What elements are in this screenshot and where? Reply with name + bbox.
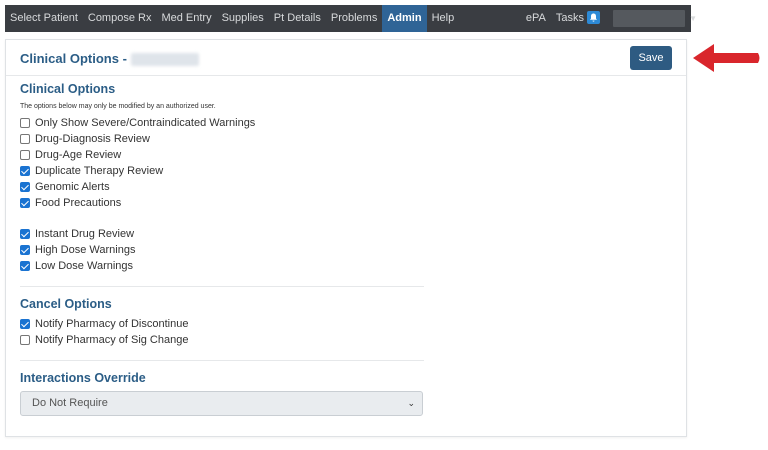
checkbox-label: Notify Pharmacy of Discontinue <box>35 318 189 330</box>
nav-tasks[interactable]: Tasks <box>551 5 605 32</box>
checkbox-unchecked[interactable] <box>20 150 30 160</box>
checkbox-label: Genomic Alerts <box>35 181 110 193</box>
cancel-options-group: Notify Pharmacy of Discontinue Notify Pha… <box>20 316 424 348</box>
checkbox-label: Instant Drug Review <box>35 228 135 240</box>
nav-right-area: ePA Tasks ▼ <box>521 5 697 32</box>
checkbox-label: Only Show Severe/Contraindicated Warning… <box>35 117 256 129</box>
nav-supplies[interactable]: Supplies <box>217 5 269 32</box>
user-menu-dropdown[interactable]: ▼ <box>613 10 697 27</box>
top-navbar: Select Patient Compose Rx Med Entry Supplie… <box>5 5 697 32</box>
bell-icon <box>587 10 600 24</box>
checkbox-label: Drug-Age Review <box>35 149 122 161</box>
checkbox-option[interactable]: Food Precautions <box>20 195 424 211</box>
nav-admin[interactable]: Admin <box>382 5 427 32</box>
interactions-override-select[interactable]: Do Not Require ⌄ <box>20 391 423 416</box>
clinical-options-heading: Clinical Options <box>20 82 116 96</box>
nav-problems[interactable]: Problems <box>326 5 382 32</box>
checkbox-label: Duplicate Therapy Review <box>35 165 164 177</box>
checkbox-option[interactable]: Low Dose Warnings <box>20 258 424 274</box>
red-pointer-arrow-icon <box>693 44 760 72</box>
checkbox-label: Drug-Diagnosis Review <box>35 133 150 145</box>
redacted-patient-name <box>130 53 199 67</box>
nav-compose-rx[interactable]: Compose Rx <box>83 5 157 32</box>
clinical-options-group-2: Instant Drug Review High Dose Warnings Low… <box>20 226 424 274</box>
nav-med-entry[interactable]: Med Entry <box>156 5 216 32</box>
checkbox-label: High Dose Warnings <box>35 244 136 256</box>
checkbox-checked[interactable] <box>20 319 30 329</box>
checkbox-option[interactable]: High Dose Warnings <box>20 242 424 258</box>
checkbox-option[interactable]: Only Show Severe/Contraindicated Warning… <box>20 115 424 131</box>
checkbox-unchecked[interactable] <box>20 335 30 345</box>
panel-header: Clinical Options - Save <box>6 40 686 76</box>
checkbox-checked[interactable] <box>20 198 30 208</box>
nav-help[interactable]: Help <box>427 5 460 32</box>
checkbox-option[interactable]: Notify Pharmacy of Sig Change <box>20 332 424 348</box>
page-title-text: Clinical Options - <box>20 51 127 66</box>
nav-pt-details[interactable]: Pt Details <box>269 5 326 32</box>
chevron-down-icon: ▼ <box>689 14 697 23</box>
chevron-down-icon: ⌄ <box>407 398 415 408</box>
clinical-options-panel: Clinical Options - Save Clinical Options… <box>5 39 687 437</box>
checkbox-option[interactable]: Duplicate Therapy Review <box>20 163 424 179</box>
checkbox-option[interactable]: Instant Drug Review <box>20 226 424 242</box>
checkbox-label: Notify Pharmacy of Sig Change <box>35 334 189 346</box>
checkbox-label: Low Dose Warnings <box>35 260 134 272</box>
nav-epa[interactable]: ePA <box>521 5 551 32</box>
checkbox-option[interactable]: Genomic Alerts <box>20 179 424 195</box>
section-divider <box>20 360 424 361</box>
checkbox-label: Food Precautions <box>35 197 122 209</box>
interactions-override-heading: Interactions Override <box>20 371 146 385</box>
cancel-options-heading: Cancel Options <box>20 297 112 311</box>
checkbox-checked[interactable] <box>20 245 30 255</box>
save-button[interactable]: Save <box>630 46 672 70</box>
nav-tasks-label: Tasks <box>555 12 584 24</box>
interactions-override-value: Do Not Require <box>32 397 108 409</box>
authorization-note: The options below may only be modified b… <box>20 103 216 110</box>
options-content: Clinical Options The options below may o… <box>20 82 424 416</box>
nav-menu: Select Patient Compose Rx Med Entry Supplie… <box>5 5 459 32</box>
checkbox-unchecked[interactable] <box>20 118 30 128</box>
page-title: Clinical Options - <box>20 51 199 67</box>
clinical-options-group-1: Only Show Severe/Contraindicated Warning… <box>20 115 424 211</box>
nav-select-patient[interactable]: Select Patient <box>5 5 83 32</box>
checkbox-checked[interactable] <box>20 261 30 271</box>
checkbox-checked[interactable] <box>20 182 30 192</box>
checkbox-unchecked[interactable] <box>20 134 30 144</box>
checkbox-checked[interactable] <box>20 166 30 176</box>
section-divider <box>20 286 424 287</box>
checkbox-option[interactable]: Notify Pharmacy of Discontinue <box>20 316 424 332</box>
checkbox-option[interactable]: Drug-Diagnosis Review <box>20 131 424 147</box>
checkbox-option[interactable]: Drug-Age Review <box>20 147 424 163</box>
checkbox-checked[interactable] <box>20 229 30 239</box>
